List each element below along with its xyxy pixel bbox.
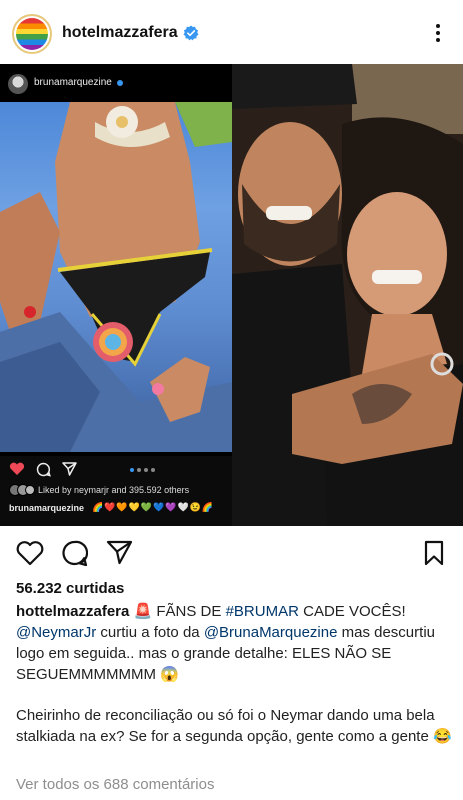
caption-text: CADE VOCÊS!	[298, 603, 406, 620]
caption-paragraph-2: Cheirinho de reconciliação ou só foi o N…	[16, 707, 452, 745]
send-icon	[62, 462, 77, 476]
story-photo-illustration	[0, 102, 232, 452]
view-comments-link[interactable]: Ver todos os 688 comentários	[16, 776, 214, 793]
rainbow-logo-icon	[16, 18, 48, 50]
share-icon[interactable]	[106, 540, 133, 565]
story-verified-icon	[117, 80, 123, 86]
caption-username[interactable]: hottelmazzafera	[16, 603, 129, 620]
story-caption-emojis: 🌈❤️🧡💛💚💙💜🤍😉🌈	[92, 502, 215, 512]
post-header: hotelmazzafera	[0, 0, 463, 64]
post-caption: hottelmazzafera 🚨 FÃNS DE #BRUMAR CADE V…	[16, 601, 456, 747]
more-options-icon[interactable]	[430, 22, 446, 44]
verified-badge-icon	[183, 25, 199, 41]
heart-filled-icon	[9, 462, 25, 475]
heart-icon[interactable]	[16, 540, 44, 566]
likes-count[interactable]: 56.232 curtidas	[16, 580, 124, 597]
story-caption-username: brunamarquezine	[9, 503, 85, 513]
mention-link[interactable]: @BrunaMarquezine	[204, 624, 338, 641]
mention-link[interactable]: @NeymarJr	[16, 624, 96, 641]
caption-text: curtiu a foto da	[96, 624, 204, 641]
carousel-dots	[130, 468, 155, 472]
liked-by-avatars	[9, 484, 35, 496]
comment-icon	[36, 462, 51, 477]
post-username[interactable]: hotelmazzafera	[62, 24, 178, 42]
couple-photo-illustration	[232, 64, 463, 526]
story-avatar	[8, 74, 28, 94]
caption-paragraph-1: hottelmazzafera 🚨 FÃNS DE #BRUMAR CADE V…	[16, 601, 456, 685]
post-image[interactable]: brunamarquezine Liked by neymarjr and 39…	[0, 64, 463, 526]
story-username: brunamarquezine	[34, 77, 112, 88]
comment-icon[interactable]	[61, 540, 88, 567]
liked-by-text: Liked by neymarjr and 395.592 others	[38, 485, 190, 495]
story-screenshot: brunamarquezine Liked by neymarjr and 39…	[0, 64, 232, 526]
caption-text: 🚨 FÃNS DE	[129, 603, 226, 620]
story-photo	[0, 102, 232, 452]
story-actions: Liked by neymarjr and 395.592 others bru…	[0, 456, 232, 526]
post-actions	[0, 526, 463, 580]
story-header: brunamarquezine	[0, 64, 232, 102]
hashtag-link[interactable]: #BRUMAR	[226, 603, 299, 620]
bookmark-icon[interactable]	[424, 540, 444, 566]
couple-photo	[232, 64, 463, 526]
avatar[interactable]	[12, 14, 52, 54]
